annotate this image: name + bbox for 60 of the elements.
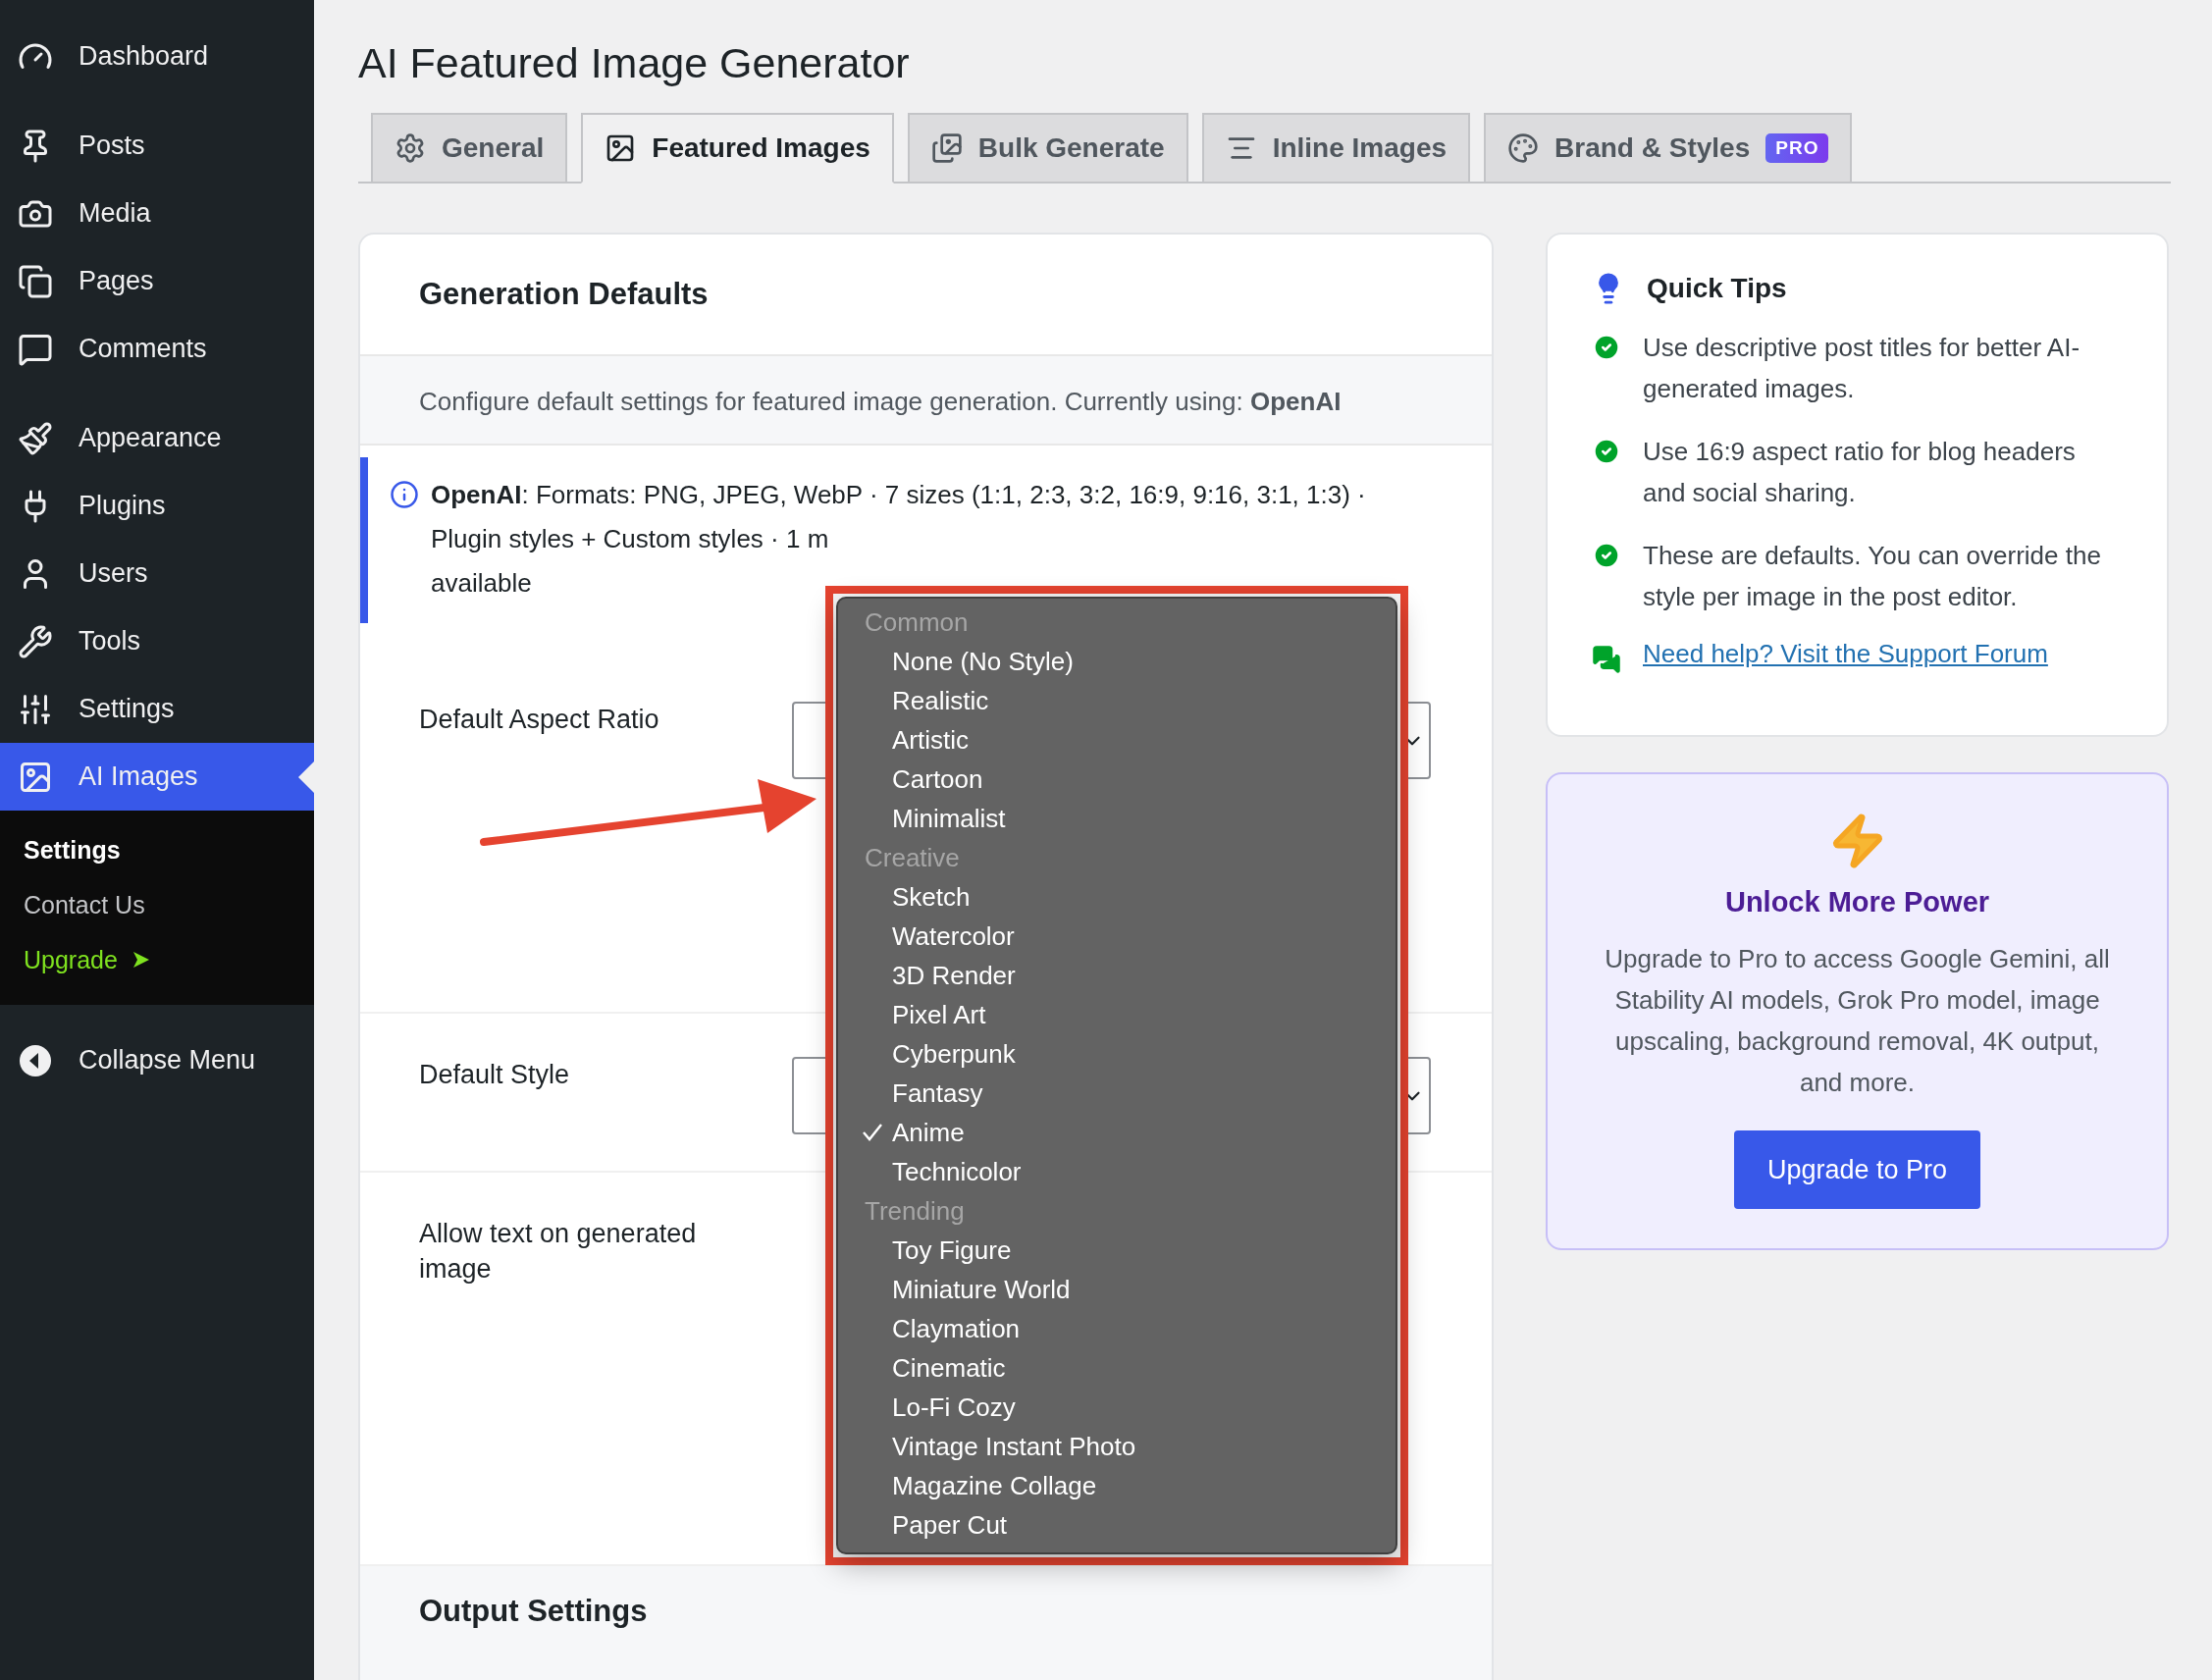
description-text: Configure default settings for featured image generation. Currently using: OpenAI: [360, 356, 1492, 446]
menu-option[interactable]: Cartoon: [838, 760, 1396, 799]
upgrade-button[interactable]: Upgrade to Pro: [1733, 1130, 1981, 1209]
sidebar-item[interactable]: Media: [0, 180, 314, 247]
menu-option[interactable]: Miniature World: [838, 1270, 1396, 1309]
page-title: AI Featured Image Generator: [358, 39, 911, 87]
menu-option[interactable]: Cyberpunk: [838, 1034, 1396, 1074]
field-label: Default Style: [419, 1059, 571, 1091]
menu-option[interactable]: None (No Style): [838, 642, 1396, 681]
field-label: Default Aspect Ratio: [419, 704, 660, 736]
menu-option[interactable]: Watercolor: [838, 917, 1396, 956]
submenu-item[interactable]: Contact Us: [0, 877, 314, 932]
info-text: OpenAI: Formats: PNG, JPEG, WebP · 7 sizes (1:1, 2:3, 3:2, 16:9, 9:16, 3:1, 1:3) · Plugin styles + Custom styles · 1 m available: [431, 479, 1366, 600]
menu-option[interactable]: Claymation: [838, 1309, 1396, 1348]
menu-option[interactable]: Magazine Collage: [838, 1466, 1396, 1505]
section-title: Output Settings: [360, 1566, 1492, 1680]
field-label: Allow text on generated image: [419, 1218, 698, 1286]
menu-option[interactable]: Realistic: [838, 681, 1396, 720]
sidebar-item[interactable]: Comments: [0, 315, 314, 383]
sidebar-item[interactable]: Posts: [0, 112, 314, 180]
menu-option[interactable]: Anime: [838, 1113, 1396, 1152]
menu-option[interactable]: Fantasy: [838, 1074, 1396, 1113]
sidebar-item[interactable]: Appearance: [0, 404, 314, 472]
menu-option[interactable]: Cinematic: [838, 1348, 1396, 1388]
pro-text: Upgrade to Pro to access Google Gemini, all Stability AI models, Grok Pro model, image upscaling, background removal, 4K output, and more.: [1604, 943, 2111, 1099]
collapse-menu[interactable]: Collapse Menu: [0, 1026, 314, 1094]
tab[interactable]: Brand & Styles PRO: [1484, 113, 1853, 184]
group-heading: Common: [864, 606, 970, 639]
sidebar-item[interactable]: AI Images: [0, 743, 314, 811]
menu-option[interactable]: Paper Cut: [838, 1505, 1396, 1545]
sidebar-item[interactable]: Plugins: [0, 472, 314, 540]
support-link[interactable]: Need help? Visit the Support Forum: [1643, 639, 2048, 669]
sidebar-item[interactable]: Users: [0, 540, 314, 607]
tab[interactable]: Inline Images: [1201, 113, 1471, 184]
submenu-item[interactable]: Upgrade: [0, 932, 314, 987]
menu-option[interactable]: 3D Render: [838, 956, 1396, 995]
menu-option[interactable]: Minimalist: [838, 799, 1396, 838]
menu-option[interactable]: Vintage Instant Photo: [838, 1427, 1396, 1466]
menu-option[interactable]: Pixel Art: [838, 995, 1396, 1034]
menu-option[interactable]: Lo-Fi Cozy: [838, 1388, 1396, 1427]
menu-option[interactable]: Toy Figure: [838, 1231, 1396, 1270]
menu-option[interactable]: Artistic: [838, 720, 1396, 760]
pro-title: Unlock More Power: [1724, 886, 1990, 919]
tab[interactable]: Featured Images: [581, 113, 894, 184]
pro-badge: PRO: [1765, 133, 1829, 163]
sidebar-item[interactable]: Settings: [0, 675, 314, 743]
tab[interactable]: Bulk Generate: [907, 113, 1188, 184]
tips-title: Quick Tips: [1647, 273, 1787, 304]
menu-option[interactable]: Technicolor: [838, 1152, 1396, 1191]
group-heading: Creative: [864, 842, 961, 874]
tab[interactable]: General: [371, 113, 568, 184]
tip-text: These are defaults. You can override the style per image in the post editor.: [1643, 540, 2102, 613]
sidebar-item[interactable]: Tools: [0, 607, 314, 675]
group-heading: Trending: [864, 1195, 966, 1228]
submenu-item[interactable]: Settings: [0, 822, 314, 877]
sidebar-item[interactable]: Pages: [0, 247, 314, 315]
sidebar-item[interactable]: Dashboard: [0, 23, 314, 90]
tip-text: Use descriptive post titles for better AI-generated images.: [1643, 332, 2081, 405]
menu-option[interactable]: Sketch: [838, 877, 1396, 917]
tip-text: Use 16:9 aspect ratio for blog headers and social sharing.: [1643, 436, 2077, 509]
